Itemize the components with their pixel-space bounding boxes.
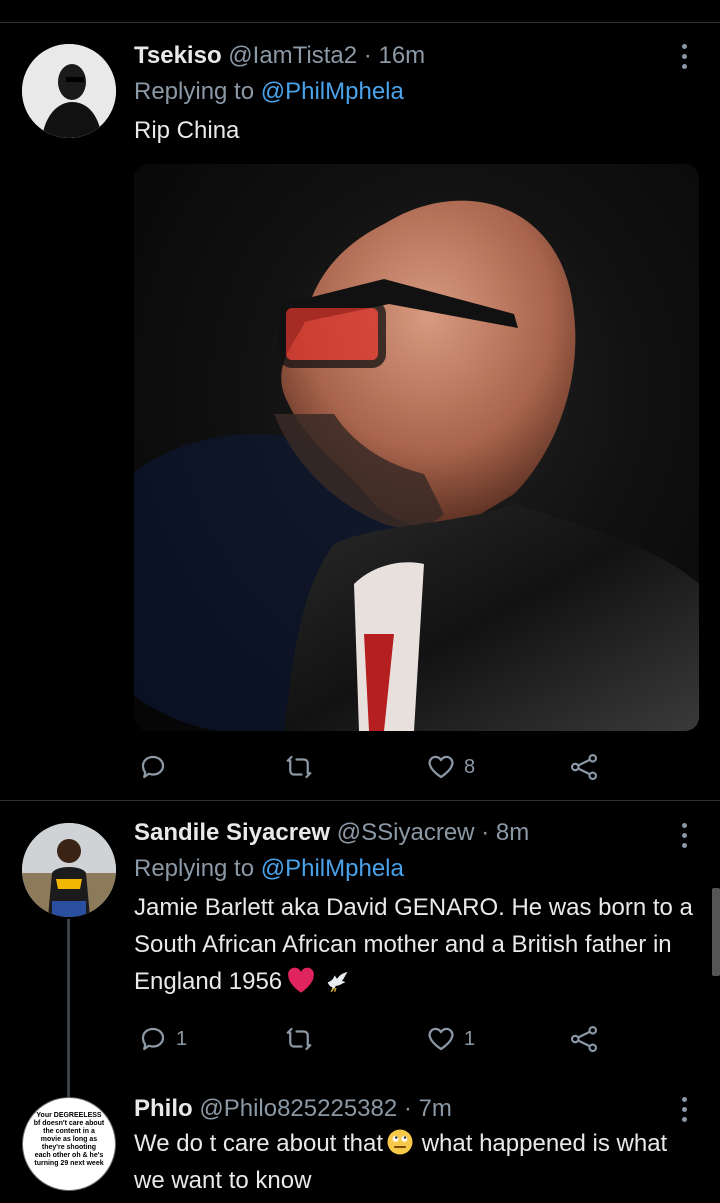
- tweet-actions: 8: [134, 750, 614, 784]
- retweet-button[interactable]: [284, 1022, 314, 1056]
- avatar[interactable]: Your DEGREELESS bf doesn't care about th…: [22, 1097, 116, 1191]
- display-name[interactable]: Philo: [134, 1095, 193, 1122]
- reply-button[interactable]: 1: [138, 1022, 187, 1056]
- tweet-sandile-siyacrew[interactable]: Sandile Siyacrew @SSiyacrew · 8m Replyin…: [0, 801, 720, 1129]
- scrollbar[interactable]: [712, 888, 720, 976]
- separator-dot: ·: [363, 42, 372, 69]
- avatar[interactable]: [22, 44, 116, 138]
- retweet-icon: [286, 1027, 312, 1051]
- dove-emoji-icon: [327, 971, 348, 993]
- user-handle[interactable]: @IamTista2: [228, 42, 357, 69]
- heart-icon: [428, 755, 454, 779]
- tweet-photo[interactable]: [134, 164, 699, 731]
- retweet-icon: [286, 755, 312, 779]
- replying-to-label: Replying to: [134, 855, 255, 882]
- mention-link[interactable]: @PhilMphela: [261, 78, 404, 105]
- replying-to-label: Replying to: [134, 78, 255, 105]
- like-count: 1: [464, 1027, 476, 1050]
- more-options-icon[interactable]: [674, 44, 694, 69]
- timestamp[interactable]: 8m: [496, 819, 529, 846]
- like-button[interactable]: 8: [426, 750, 475, 784]
- avatar-caption: Your DEGREELESS bf doesn't care about th…: [33, 1112, 105, 1167]
- reply-icon: [141, 1027, 165, 1051]
- like-button[interactable]: 1: [426, 1022, 475, 1056]
- tweet-philo[interactable]: Your DEGREELESS bf doesn't care about th…: [0, 1081, 720, 1203]
- like-count: 8: [464, 755, 476, 778]
- reply-button[interactable]: [138, 750, 168, 784]
- tweet-text: Rip China: [134, 117, 240, 144]
- heart-icon: [428, 1027, 454, 1051]
- red-heart-emoji-icon: [288, 967, 315, 993]
- share-icon: [570, 1025, 598, 1053]
- mention-link[interactable]: @PhilMphela: [261, 855, 404, 882]
- tweet-header: Sandile Siyacrew @SSiyacrew · 8m: [134, 817, 700, 849]
- share-icon: [570, 753, 598, 781]
- more-options-icon[interactable]: [674, 1097, 694, 1122]
- avatar[interactable]: [22, 823, 116, 917]
- portrait-photo: [134, 200, 699, 731]
- share-button[interactable]: [568, 1022, 600, 1056]
- tweet-text-part-1: We do t care about that: [134, 1130, 384, 1157]
- display-name[interactable]: Sandile Siyacrew: [134, 819, 330, 846]
- tweet-text-body: Jamie Barlett aka David GENARO. He was b…: [134, 894, 693, 995]
- tweet-text: We do t care about that what happened is…: [134, 1125, 704, 1199]
- user-handle[interactable]: @SSiyacrew: [337, 819, 475, 846]
- replying-to: Replying to @PhilMphela: [134, 853, 700, 885]
- share-button[interactable]: [568, 750, 600, 784]
- tweet-text: Jamie Barlett aka David GENARO. He was b…: [134, 889, 704, 1000]
- more-options-icon[interactable]: [674, 823, 694, 848]
- separator-dot: ·: [481, 819, 490, 846]
- tweet-header: Philo @Philo825225382 · 7m: [134, 1093, 700, 1125]
- timestamp[interactable]: 16m: [378, 42, 425, 69]
- eye-roll-emoji-icon: [387, 1129, 413, 1155]
- retweet-button[interactable]: [284, 750, 314, 784]
- tweet-tsekiso[interactable]: Tsekiso @IamTista2 · 16m Replying to @Ph…: [0, 0, 720, 800]
- timestamp[interactable]: 7m: [419, 1095, 452, 1122]
- user-handle[interactable]: @Philo825225382: [199, 1095, 397, 1122]
- avatar-image: [22, 44, 116, 138]
- display-name[interactable]: Tsekiso: [134, 42, 222, 69]
- tweet-actions: 1 1: [134, 1022, 614, 1056]
- reply-icon: [141, 755, 165, 779]
- reply-count: 1: [176, 1027, 188, 1050]
- avatar-image: [22, 823, 116, 917]
- separator-dot: ·: [403, 1095, 412, 1122]
- replying-to: Replying to @PhilMphela: [134, 76, 700, 108]
- tweet-header: Tsekiso @IamTista2 · 16m: [134, 40, 700, 72]
